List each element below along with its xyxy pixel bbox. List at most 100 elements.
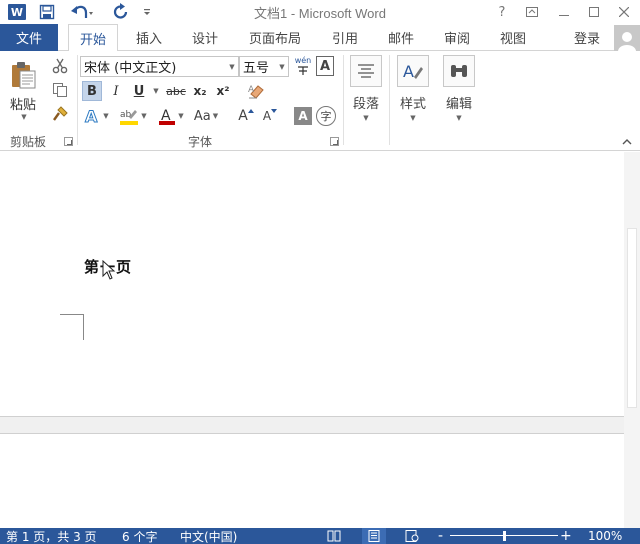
styles-icon-box: A: [397, 55, 429, 87]
shrink-font-button[interactable]: A: [260, 105, 280, 127]
tab-file[interactable]: 文件: [0, 24, 58, 51]
zoom-out-button[interactable]: -: [438, 528, 443, 544]
underline-button[interactable]: U: [129, 81, 149, 101]
bold-button[interactable]: B: [82, 81, 102, 101]
subscript-button[interactable]: x₂: [190, 81, 210, 101]
word-count-status[interactable]: 6 个字: [122, 528, 157, 544]
cut-button[interactable]: [50, 57, 70, 75]
scissors-icon: [52, 58, 68, 74]
phonetic-guide-button[interactable]: wén: [293, 55, 313, 77]
title-bar: W 文档1 - Microsoft Word ?: [0, 0, 640, 24]
underline-dropdown-arrow: ▼: [153, 87, 159, 95]
strikethrough-button[interactable]: abc: [163, 81, 189, 101]
svg-text:ab: ab: [120, 110, 132, 120]
tab-mailings[interactable]: 邮件: [378, 24, 424, 51]
styles-label: 样式: [399, 97, 426, 112]
tab-insert[interactable]: 插入: [126, 24, 172, 51]
styles-button[interactable]: A 样式 ▼: [397, 55, 429, 122]
grow-font-button[interactable]: A: [236, 105, 256, 127]
character-border-button[interactable]: A: [316, 56, 334, 76]
zoom-slider[interactable]: - +: [438, 528, 572, 544]
font-name-combo[interactable]: 宋体 (中文正文) ▼: [80, 56, 239, 77]
page-margin-corner-mark: [60, 314, 84, 340]
help-button[interactable]: ?: [486, 0, 518, 24]
read-mode-icon: [327, 530, 341, 542]
tab-page-layout[interactable]: 页面布局: [240, 24, 310, 51]
text-effects-button[interactable]: A ▼: [82, 105, 110, 127]
font-group-label: 字体: [188, 135, 213, 149]
zoom-in-button[interactable]: +: [560, 528, 572, 544]
font-color-button[interactable]: A ▼: [154, 105, 188, 127]
eraser-icon: A: [248, 85, 264, 99]
web-layout-icon: [405, 530, 419, 542]
text-effects-dropdown-arrow: ▼: [103, 112, 109, 120]
editing-button[interactable]: 编辑 ▼: [443, 55, 475, 122]
close-button[interactable]: [608, 0, 640, 24]
editing-icon-box: [443, 55, 475, 87]
zoom-slider-thumb[interactable]: [502, 531, 506, 541]
tab-view[interactable]: 视图: [490, 24, 536, 51]
superscript-button[interactable]: x²: [213, 81, 233, 101]
tab-references[interactable]: 引用: [322, 24, 368, 51]
minimize-button[interactable]: [548, 0, 580, 24]
format-painter-button[interactable]: [50, 105, 70, 123]
change-case-label: Aa: [193, 108, 211, 124]
web-layout-button[interactable]: [404, 528, 420, 544]
font-color-dropdown-arrow: ▼: [178, 112, 184, 120]
paragraph-label: 段落: [352, 97, 379, 112]
character-shading-button[interactable]: A: [294, 107, 312, 125]
text-highlight-color-button[interactable]: ab ▼: [116, 105, 150, 127]
highlight-dropdown-arrow: ▼: [141, 112, 147, 120]
clear-formatting-button[interactable]: A: [245, 81, 267, 101]
maximize-button[interactable]: [578, 0, 610, 24]
editing-label: 编辑: [445, 97, 472, 112]
maximize-icon: [589, 7, 599, 17]
clipboard-dialog-launcher[interactable]: [64, 137, 73, 146]
tab-review[interactable]: 审阅: [434, 24, 480, 51]
shrink-font-arrow-icon: [271, 109, 278, 113]
language-status[interactable]: 中文(中国): [180, 528, 237, 544]
svg-text:A: A: [403, 62, 414, 81]
font-size-dropdown-arrow[interactable]: ▼: [276, 63, 288, 71]
paste-label: 粘贴: [9, 97, 36, 113]
styles-dropdown-arrow: ▼: [410, 114, 416, 122]
ribbon-display-options-button[interactable]: [516, 0, 548, 24]
grow-font-arrow-icon: [247, 109, 254, 113]
page-number-status[interactable]: 第 1 页，共 3 页: [6, 528, 97, 544]
svg-text:A: A: [85, 107, 98, 125]
font-name-dropdown-arrow[interactable]: ▼: [226, 63, 238, 71]
paste-dropdown-arrow: ▼: [21, 112, 27, 121]
user-icon: [618, 32, 636, 51]
ribbon-home: 粘贴 ▼ 剪贴板 宋体 (中文正文) ▼ 五号 ▼ wén A B I U ▼ …: [0, 51, 640, 151]
enclose-characters-button[interactable]: 字: [316, 106, 336, 126]
sign-in-link[interactable]: 登录: [574, 24, 600, 51]
print-layout-button[interactable]: [362, 528, 386, 544]
avatar[interactable]: [614, 25, 640, 51]
document-page[interactable]: [0, 152, 624, 416]
document-canvas[interactable]: 第一页: [0, 152, 624, 528]
enclose-characters-label: 字: [320, 110, 332, 123]
vertical-scrollbar-thumb[interactable]: [627, 228, 637, 408]
italic-button[interactable]: I: [106, 81, 126, 101]
paragraph-button[interactable]: 段落 ▼: [350, 55, 382, 122]
zoom-level[interactable]: 100%: [588, 528, 622, 544]
font-size-combo[interactable]: 五号 ▼: [239, 56, 289, 77]
underline-dropdown[interactable]: ▼: [150, 81, 160, 101]
group-divider: [343, 55, 344, 145]
text-effects-icon: A: [85, 107, 99, 125]
tab-home[interactable]: 开始: [68, 24, 118, 52]
status-bar: 第 1 页，共 3 页 6 个字 中文(中国) - + 100%: [0, 528, 640, 544]
character-border-icon: A: [319, 58, 331, 74]
change-case-button[interactable]: Aa ▼: [190, 105, 222, 127]
tab-design[interactable]: 设计: [182, 24, 228, 51]
vertical-scrollbar[interactable]: [624, 152, 640, 528]
copy-button[interactable]: [50, 81, 70, 99]
collapse-ribbon-button[interactable]: [620, 137, 634, 147]
paste-button[interactable]: 粘贴 ▼: [6, 57, 40, 123]
mouse-cursor-icon: [102, 259, 116, 283]
font-dialog-launcher[interactable]: [330, 137, 339, 146]
phonetic-guide-icon: [298, 66, 308, 75]
read-mode-button[interactable]: [326, 528, 342, 544]
editing-dropdown-arrow: ▼: [456, 114, 462, 122]
group-divider: [389, 55, 390, 145]
